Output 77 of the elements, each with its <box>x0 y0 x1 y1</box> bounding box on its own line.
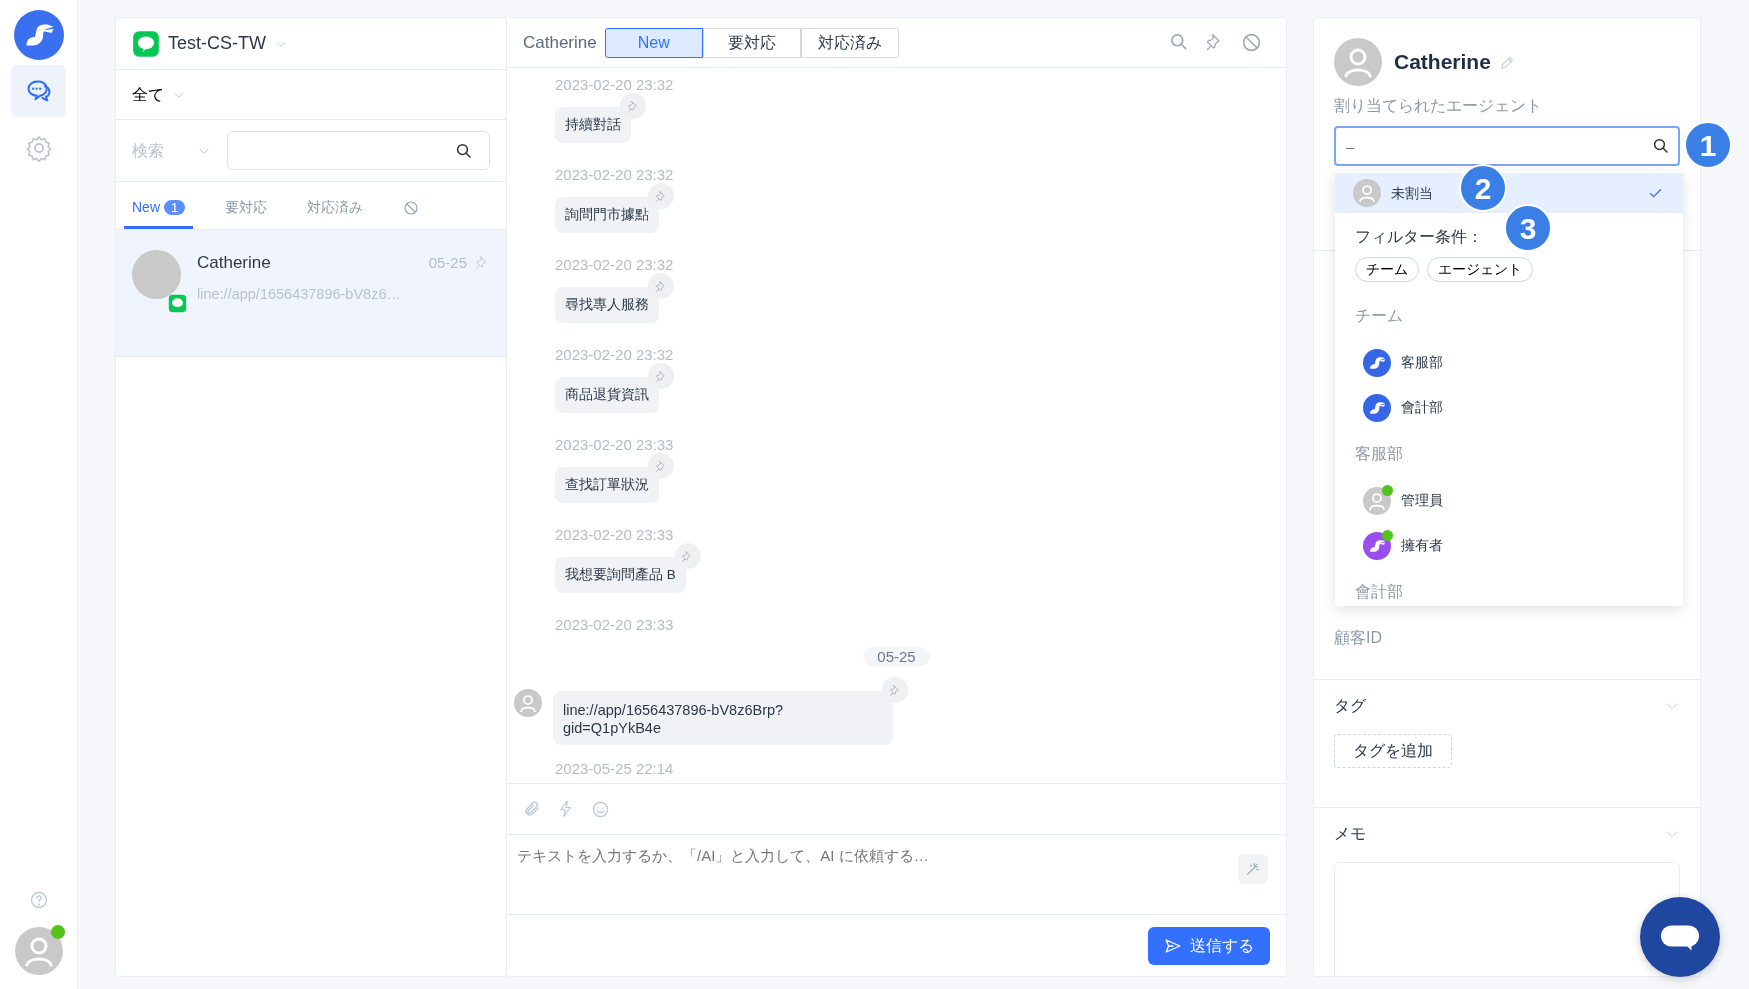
dropdown-option[interactable]: 管理員 <box>1335 478 1683 523</box>
search-field[interactable] <box>227 131 490 170</box>
tab[interactable]: 対応済み <box>800 27 899 58</box>
message-preview: line://app/1656437896-bV8z6… <box>197 284 402 304</box>
ban-icon <box>403 200 420 217</box>
group-heading: 會計部 <box>1354 582 1404 602</box>
message-bubble: line://app/1656437896-bV8z6Brp? gid=Q1pYkB4e <box>553 691 893 745</box>
user-avatar <box>14 927 63 975</box>
callout-badge: 1 <box>1684 121 1732 169</box>
attach-icon[interactable] <box>523 800 541 818</box>
tab[interactable]: 要対応 <box>702 27 801 58</box>
user-avatar <box>1353 179 1381 207</box>
field-label: 顧客ID <box>1334 628 1383 648</box>
help-icon <box>28 889 49 910</box>
search-icon[interactable] <box>1169 32 1189 52</box>
message-bubble: 我想要詢問產品 B <box>555 557 686 593</box>
message-bubble: 尋找專人服務 <box>555 287 659 323</box>
add-tag-button[interactable]: タグを追加 <box>1334 734 1452 768</box>
settings-icon <box>24 134 53 162</box>
timestamp: 2023-02-20 23:32 <box>555 75 674 95</box>
user-avatar <box>1363 531 1391 560</box>
nav-button[interactable] <box>11 65 66 117</box>
send-button[interactable]: 送信する <box>1148 926 1270 965</box>
send-icon <box>1164 936 1182 955</box>
team-avatar <box>1363 348 1391 377</box>
contact-name: Catherine <box>197 252 272 274</box>
filter-label: フィルター条件： <box>1355 227 1483 247</box>
section-title: タグ <box>1334 696 1366 716</box>
timestamp: 2023-02-20 23:33 <box>555 615 674 635</box>
message-bubble: 查找訂單狀況 <box>555 467 659 503</box>
channel-name: Test-CS-TW <box>168 32 266 55</box>
dropdown-option[interactable]: 會計部 <box>1335 385 1683 430</box>
pin-icon <box>654 189 668 203</box>
group-heading: チーム <box>1354 306 1404 326</box>
contact-name: Catherine <box>1394 49 1491 76</box>
ai-button[interactable] <box>1238 854 1268 884</box>
pin-icon <box>654 279 668 293</box>
filter-chip[interactable]: チーム <box>1355 257 1419 282</box>
timestamp: 2023-05-25 22:14 <box>555 759 674 779</box>
tab[interactable]: New <box>604 27 703 58</box>
pin-icon <box>654 459 668 473</box>
ban-icon[interactable] <box>1241 32 1262 53</box>
search-icon <box>1652 137 1670 155</box>
dropdown-option[interactable]: 擁有者 <box>1335 523 1683 568</box>
pin-icon <box>626 99 640 113</box>
section-title: メモ <box>1334 824 1366 844</box>
search-icon <box>455 141 473 160</box>
timestamp: 2023-02-20 23:32 <box>555 165 674 185</box>
date-divider: 05-25 <box>863 647 930 666</box>
chat-title: Catherine <box>523 31 597 54</box>
emoji-icon[interactable] <box>591 799 610 819</box>
message-bubble: 詢問門市據點 <box>555 197 659 233</box>
timestamp: 2023-02-20 23:32 <box>555 255 674 275</box>
agent-search-field[interactable]: – <box>1334 126 1680 166</box>
contact-avatar <box>1334 38 1382 86</box>
field-label: 割り当てられたエージェント <box>1333 96 1543 116</box>
team-avatar <box>1363 393 1391 422</box>
count-badge: 1 <box>164 200 186 215</box>
memo-field[interactable] <box>1334 862 1680 976</box>
conversation-item[interactable]: Catherine 05-25 line://app/1656437896-bV8z6… <box>116 230 506 357</box>
filter-chip[interactable]: エージェント <box>1427 257 1533 282</box>
app-logo <box>13 10 64 60</box>
contact-avatar <box>514 689 542 717</box>
timestamp: 2023-02-20 23:32 <box>555 345 674 365</box>
pin-icon <box>654 369 668 383</box>
timestamp: 2023-02-20 23:33 <box>555 525 674 545</box>
message-bubble: 商品退貨資訊 <box>555 377 659 413</box>
wand-icon <box>1245 861 1261 877</box>
date-text: 05-25 <box>428 252 467 273</box>
message-bubble: 持續對話 <box>555 107 631 143</box>
contact-avatar <box>132 250 181 299</box>
dropdown-option[interactable]: 客服部 <box>1335 340 1683 385</box>
user-avatar <box>1363 486 1391 515</box>
filter-dropdown[interactable]: 全て <box>132 82 186 107</box>
pin-icon <box>888 683 902 697</box>
timestamp: 2023-02-20 23:33 <box>555 435 674 455</box>
group-heading: 客服部 <box>1354 444 1404 464</box>
